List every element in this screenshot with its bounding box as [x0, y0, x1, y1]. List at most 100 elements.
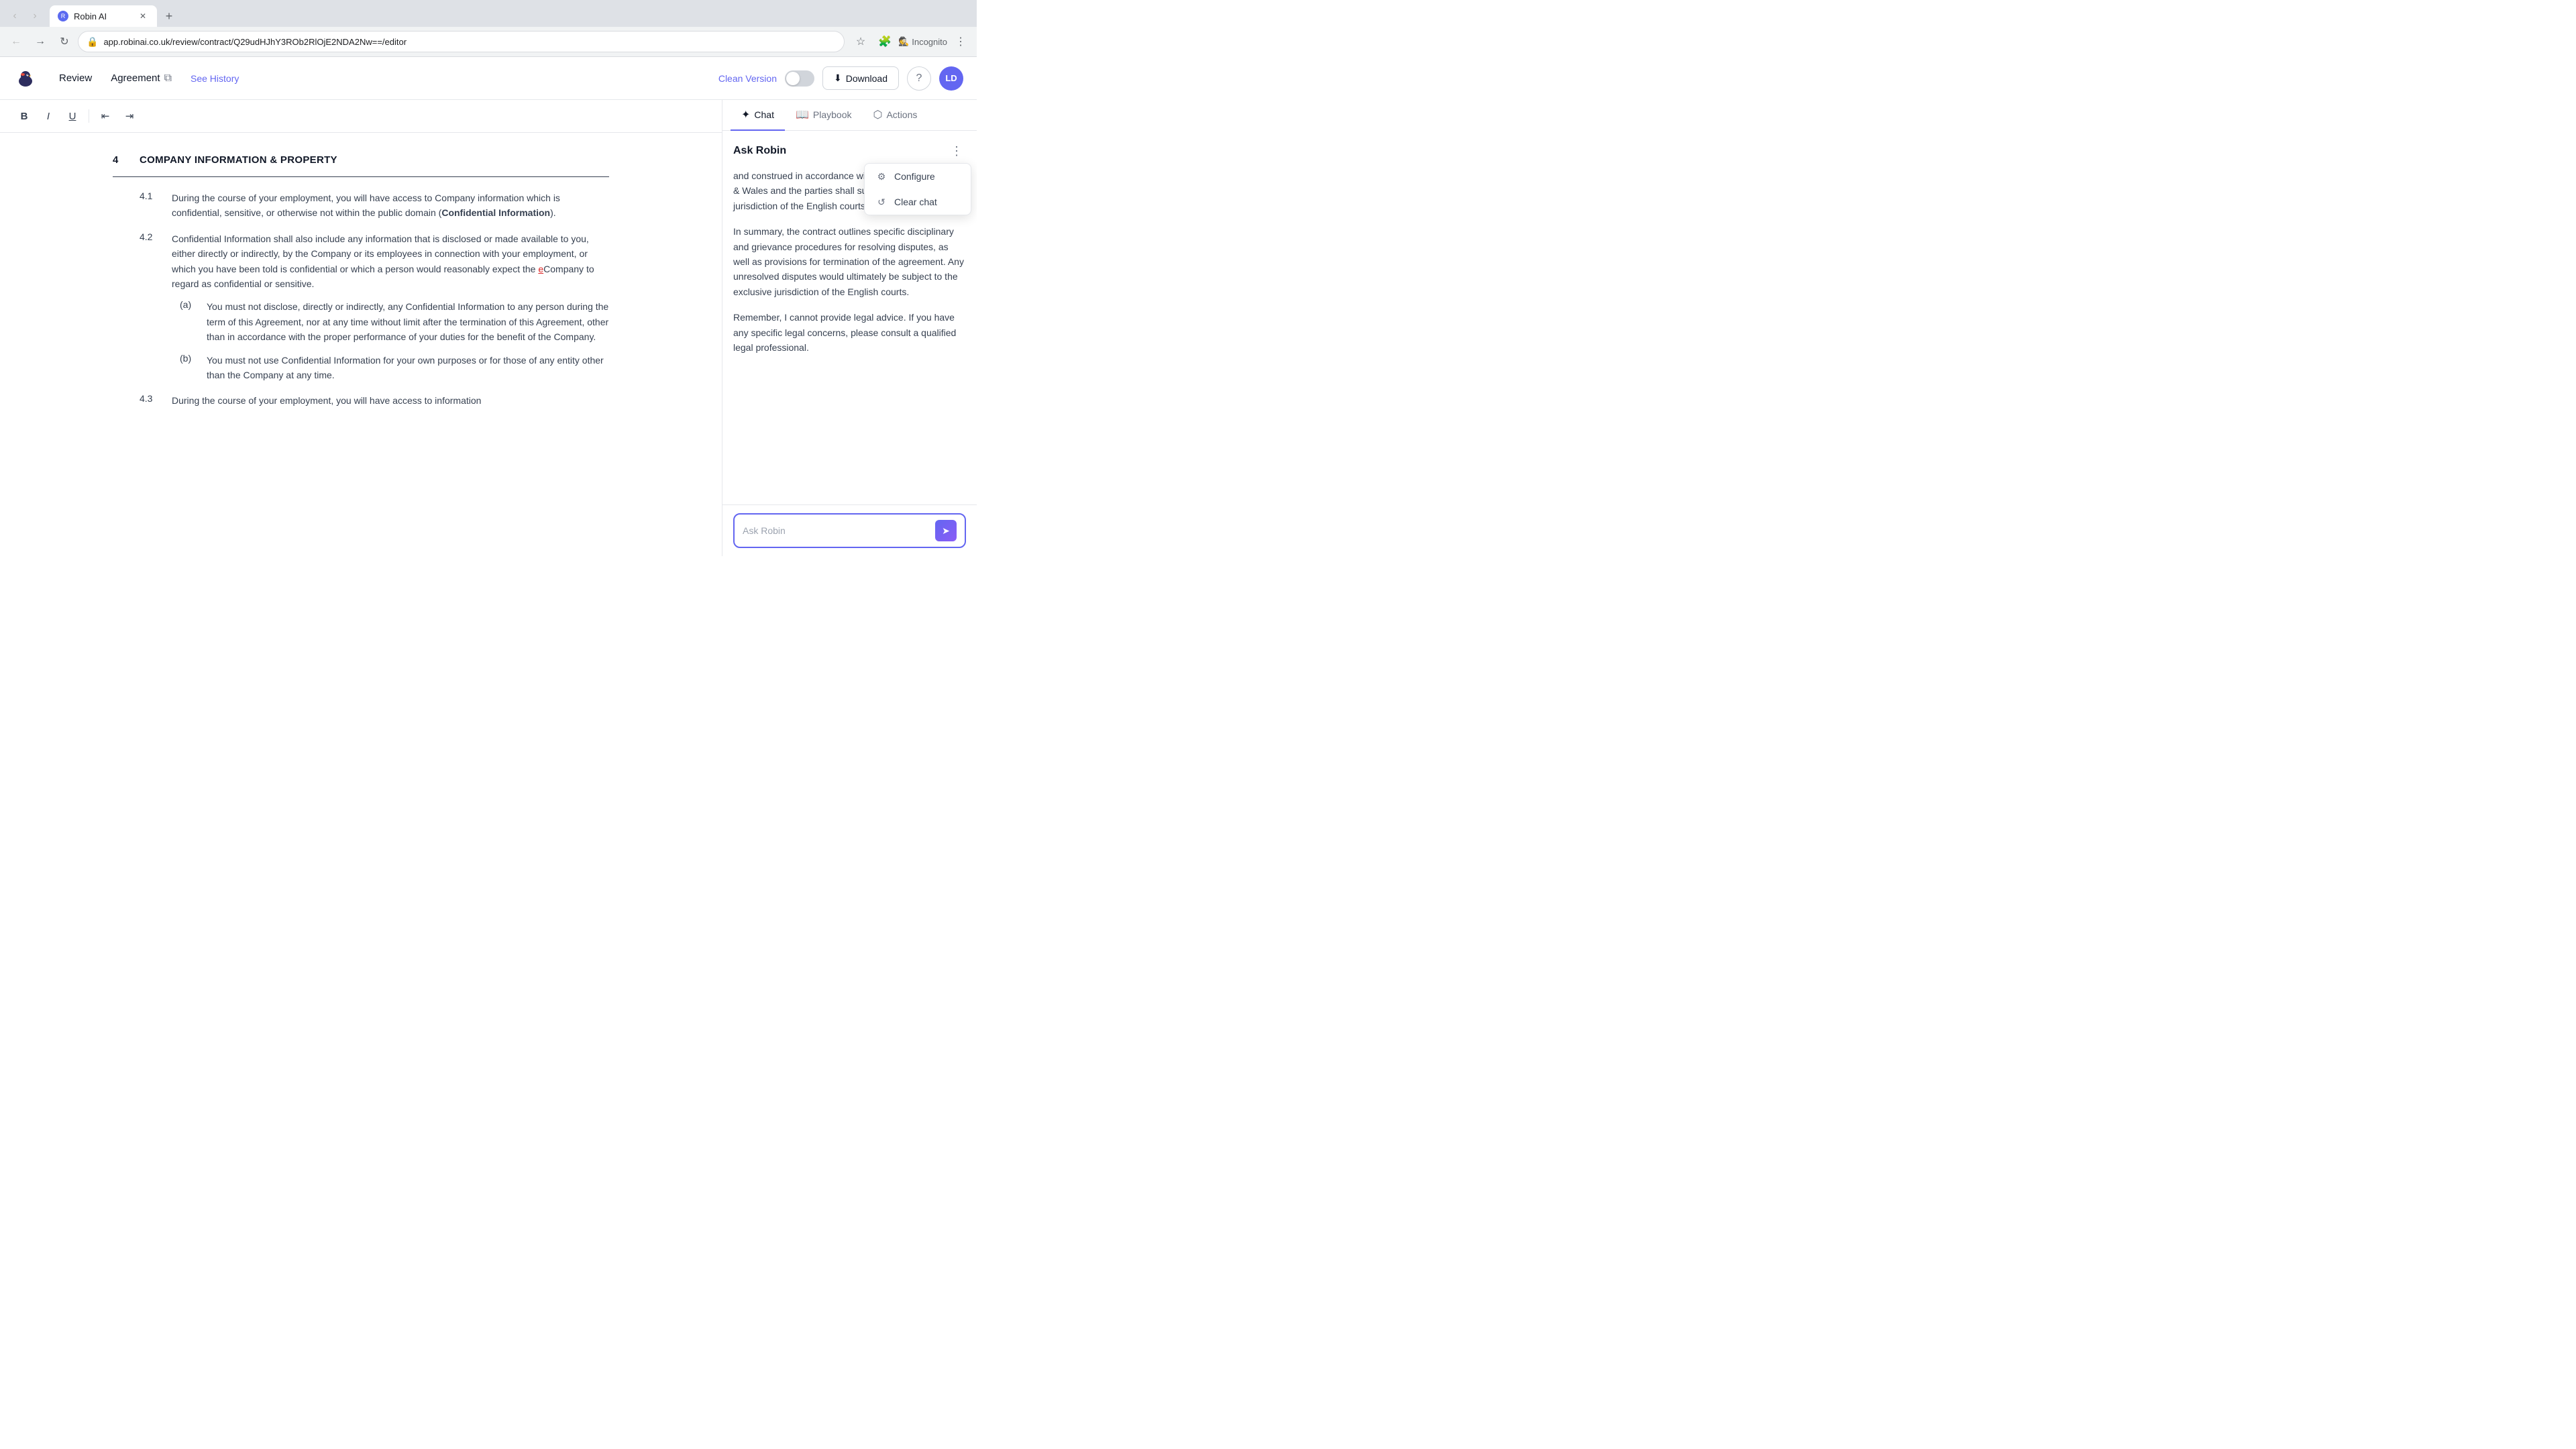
- subsection-4-3-text: During the course of your employment, yo…: [172, 393, 481, 408]
- back-btn[interactable]: ←: [5, 31, 27, 52]
- subsection-4-2-header: 4.2 Confidential Information shall also …: [140, 231, 609, 292]
- chat-input[interactable]: [743, 525, 930, 536]
- sub-list-text-b: You must not use Confidential Informatio…: [207, 353, 609, 383]
- section-4: 4 COMPANY INFORMATION & PROPERTY 4.1 Dur…: [113, 154, 609, 409]
- main-layout: B I U ⇤ ⇥ 4 COMPANY INFORMATION & PROPER…: [0, 100, 977, 556]
- ask-robin-title: Ask Robin: [733, 145, 786, 157]
- subsection-4-1: 4.1 During the course of your employment…: [113, 191, 609, 221]
- chat-message-2-text: In summary, the contract outlines specif…: [733, 226, 964, 297]
- app-header: Review Agreement ⧉ See History Clean Ver…: [0, 57, 977, 100]
- configure-icon: ⚙: [875, 170, 888, 182]
- dropdown-clear-chat[interactable]: ↺ Clear chat: [865, 189, 971, 215]
- subsection-4-3-header: 4.3 During the course of your employment…: [140, 393, 609, 408]
- indent-right-btn[interactable]: ⇥: [119, 105, 140, 127]
- actions-icon: ⬡: [873, 108, 883, 121]
- subsection-4-1-text: During the course of your employment, yo…: [172, 191, 609, 221]
- right-panel: ✦ Chat 📖 Playbook ⬡ Actions Ask Robin ⋮ …: [722, 100, 977, 556]
- forward-btn[interactable]: →: [30, 31, 51, 52]
- url-text: app.robinai.co.uk/review/contract/Q29udH…: [103, 37, 836, 47]
- editor-area[interactable]: B I U ⇤ ⇥ 4 COMPANY INFORMATION & PROPER…: [0, 100, 722, 556]
- header-nav: Review Agreement ⧉ See History: [54, 70, 244, 87]
- incognito-indicator: 🕵 Incognito: [898, 36, 947, 47]
- extensions-btn[interactable]: 🧩: [874, 31, 896, 52]
- tab-playbook[interactable]: 📖 Playbook: [785, 100, 863, 131]
- panel-content: Ask Robin ⋮ and construed in accordance …: [722, 131, 977, 504]
- bookmark-btn[interactable]: ☆: [850, 31, 871, 52]
- send-icon: ➤: [942, 525, 950, 537]
- download-label: Download: [846, 73, 888, 84]
- subsection-4-1-header: 4.1 During the course of your employment…: [140, 191, 609, 221]
- subsection-4-3-number: 4.3: [140, 393, 161, 408]
- sub-list-item-a: (a) You must not disclose, directly or i…: [180, 299, 609, 344]
- robin-bird-icon: [13, 66, 38, 91]
- active-tab[interactable]: R Robin AI ✕: [50, 5, 157, 27]
- avatar-btn[interactable]: LD: [939, 66, 963, 91]
- browser-back-btn[interactable]: ‹: [5, 7, 24, 25]
- help-btn[interactable]: ?: [907, 66, 931, 91]
- send-btn[interactable]: ➤: [935, 520, 957, 541]
- section-title: COMPANY INFORMATION & PROPERTY: [140, 154, 337, 166]
- browser-chrome: ‹ › R Robin AI ✕ + ← → ↻ 🔒 app.robinai.c…: [0, 0, 977, 57]
- chat-message-2: In summary, the contract outlines specif…: [733, 224, 966, 299]
- download-btn[interactable]: ⬇ Download: [822, 66, 899, 90]
- tab-chat-label: Chat: [754, 109, 774, 120]
- lock-icon: 🔒: [87, 36, 98, 48]
- incognito-label: Incognito: [912, 37, 947, 47]
- italic-btn[interactable]: I: [38, 105, 59, 127]
- playbook-icon: 📖: [796, 108, 809, 121]
- section-header: 4 COMPANY INFORMATION & PROPERTY: [113, 154, 609, 166]
- toggle-knob: [786, 72, 800, 85]
- tab-favicon: R: [58, 11, 68, 21]
- document-content: 4 COMPANY INFORMATION & PROPERTY 4.1 Dur…: [59, 133, 663, 446]
- doc-title-text: Agreement: [111, 72, 160, 84]
- nav-review[interactable]: Review: [54, 70, 97, 87]
- tab-bar: ‹ › R Robin AI ✕ +: [0, 0, 977, 27]
- sub-list-item-b: (b) You must not use Confidential Inform…: [180, 353, 609, 383]
- confidential-info-bold: Confidential Information: [441, 207, 550, 218]
- section-number: 4: [113, 154, 129, 166]
- subsection-4-1-number: 4.1: [140, 191, 161, 221]
- more-options-btn[interactable]: ⋮: [947, 142, 966, 160]
- header-right: Clean Version ⬇ Download ? LD: [718, 66, 963, 91]
- sub-list-text-a: You must not disclose, directly or indir…: [207, 299, 609, 344]
- chat-message-3: Remember, I cannot provide legal advice.…: [733, 310, 966, 355]
- underline-btn[interactable]: U: [62, 105, 83, 127]
- subsection-4-2: 4.2 Confidential Information shall also …: [113, 231, 609, 383]
- sub-list-4-2: (a) You must not disclose, directly or i…: [140, 299, 609, 382]
- tab-close-btn[interactable]: ✕: [137, 10, 149, 22]
- refresh-btn[interactable]: ↻: [54, 31, 75, 52]
- indent-left-btn[interactable]: ⇤: [95, 105, 116, 127]
- tab-label: Robin AI: [74, 11, 107, 21]
- tab-playbook-label: Playbook: [813, 109, 852, 120]
- new-tab-btn[interactable]: +: [160, 7, 178, 25]
- clean-version-label: Clean Version: [718, 73, 777, 84]
- menu-btn[interactable]: ⋮: [950, 31, 971, 52]
- tab-actions-label: Actions: [886, 109, 917, 120]
- chat-input-area: ➤: [722, 504, 977, 556]
- dropdown-menu: ⚙ Configure ↺ Clear chat: [864, 163, 971, 215]
- tab-actions[interactable]: ⬡ Actions: [863, 100, 928, 131]
- address-bar: ← → ↻ 🔒 app.robinai.co.uk/review/contrac…: [0, 27, 977, 56]
- url-bar[interactable]: 🔒 app.robinai.co.uk/review/contract/Q29u…: [78, 31, 845, 52]
- subsection-4-3: 4.3 During the course of your employment…: [113, 393, 609, 408]
- section-divider: [113, 176, 609, 177]
- tab-chat[interactable]: ✦ Chat: [731, 100, 785, 131]
- toolbar: B I U ⇤ ⇥: [0, 100, 722, 133]
- bold-btn[interactable]: B: [13, 105, 35, 127]
- subsection-4-2-text: Confidential Information shall also incl…: [172, 231, 609, 292]
- browser-forward-btn[interactable]: ›: [25, 7, 44, 25]
- copy-icon: ⧉: [164, 72, 172, 85]
- configure-label: Configure: [894, 171, 935, 182]
- subsection-4-2-number: 4.2: [140, 231, 161, 292]
- clear-chat-label: Clear chat: [894, 197, 937, 207]
- clear-chat-icon: ↺: [875, 196, 888, 208]
- see-history-btn[interactable]: See History: [185, 70, 244, 87]
- dropdown-configure[interactable]: ⚙ Configure: [865, 164, 971, 189]
- highlight-e: e: [538, 264, 543, 274]
- robin-logo: [13, 66, 38, 91]
- chat-input-wrapper: ➤: [733, 513, 966, 548]
- incognito-icon: 🕵: [898, 36, 909, 47]
- clean-version-toggle[interactable]: [785, 70, 814, 87]
- download-icon: ⬇: [834, 72, 842, 84]
- panel-tabs: ✦ Chat 📖 Playbook ⬡ Actions: [722, 100, 977, 131]
